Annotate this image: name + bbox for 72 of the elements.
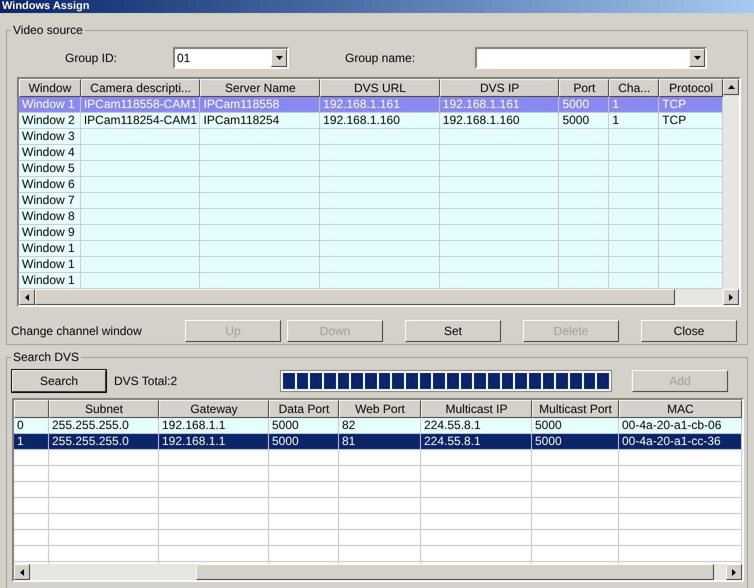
table-cell xyxy=(269,514,339,530)
column-header[interactable]: Multicast Port xyxy=(532,400,619,418)
table-cell xyxy=(269,450,339,466)
table-cell: 192.168.1.1 xyxy=(159,434,269,450)
scroll-left-icon[interactable] xyxy=(19,289,35,305)
table-cell xyxy=(269,530,339,546)
table-cell xyxy=(14,498,49,514)
column-header[interactable]: Subnet xyxy=(49,400,159,418)
scroll-right-icon[interactable] xyxy=(726,564,742,580)
column-header[interactable]: Camera descripti... xyxy=(80,79,200,97)
column-header[interactable] xyxy=(14,400,49,418)
table-row[interactable]: Window 7 xyxy=(19,193,723,209)
column-header[interactable]: DVS IP xyxy=(440,79,560,97)
column-header[interactable]: Protocol xyxy=(659,79,723,97)
column-header[interactable]: Data Port xyxy=(269,400,339,418)
table-cell: 5000 xyxy=(532,434,619,450)
table-row[interactable]: Window 1 xyxy=(19,257,723,273)
group-label: Search DVS xyxy=(11,350,82,364)
scroll-up-icon[interactable] xyxy=(723,79,739,95)
group-label: Video source xyxy=(11,23,85,37)
table-row[interactable]: Window 6 xyxy=(19,177,723,193)
table-cell: 81 xyxy=(339,434,421,450)
table-row[interactable]: Window 5 xyxy=(19,161,723,177)
table-cell xyxy=(14,466,49,482)
table-cell xyxy=(14,530,49,546)
table-cell xyxy=(14,514,49,530)
table-cell: 255.255.255.0 xyxy=(49,434,159,450)
table-cell xyxy=(269,482,339,498)
column-header[interactable]: Web Port xyxy=(339,400,421,418)
table-cell xyxy=(269,498,339,514)
table-row[interactable]: Window 1 xyxy=(19,273,723,289)
window-title: Windows Assign xyxy=(2,0,90,13)
table-row[interactable]: Window 3 xyxy=(19,129,723,145)
table-cell xyxy=(269,546,339,562)
table-cell: 00-4a-20-a1-cc-36 xyxy=(619,434,742,450)
group-id-dropdown[interactable]: 01 xyxy=(173,47,289,69)
change-channel-label: Change channel window xyxy=(11,323,143,340)
column-header[interactable]: DVS URL xyxy=(320,79,440,97)
table-row[interactable]: 1 255.255.255.0 192.168.1.1 5000 81 224.55.8.1 5000 00-4a-20-a1-cc-36 xyxy=(14,434,742,450)
button[interactable]: Search xyxy=(12,370,106,392)
dvs-total-label: DVS Total:2 xyxy=(114,373,178,390)
table-cell xyxy=(14,450,49,466)
scroll-thumb[interactable] xyxy=(196,564,714,580)
table-row[interactable]: Window 1 xyxy=(19,241,723,257)
column-header[interactable]: MAC xyxy=(619,400,742,418)
horizontal-scrollbar[interactable] xyxy=(14,564,742,580)
table-cell: 5000 xyxy=(269,434,339,450)
column-header[interactable]: Server Name xyxy=(200,79,320,97)
table-row[interactable]: Window 4 xyxy=(19,145,723,161)
table-cell xyxy=(14,546,49,562)
dropdown-value: 01 xyxy=(176,50,192,67)
vertical-scrollbar[interactable] xyxy=(723,79,739,289)
table-cell xyxy=(269,466,339,482)
column-header[interactable]: Cha... xyxy=(609,79,660,97)
table-cell: 224.55.8.1 xyxy=(421,434,532,450)
group-name-dropdown[interactable] xyxy=(475,47,707,69)
column-header[interactable]: Window xyxy=(19,79,81,97)
column-header[interactable]: Port xyxy=(559,79,610,97)
scroll-left-icon[interactable] xyxy=(14,564,30,580)
table-row[interactable]: Window 2 IPCam118254-CAM1 IPCam118254 192.168.1.160 192.168.1.160 5000 1 TCP xyxy=(19,113,723,129)
column-header[interactable]: Multicast IP xyxy=(421,400,532,418)
column-header[interactable]: Gateway xyxy=(159,400,269,418)
field-label: Group ID: xyxy=(65,50,118,67)
button[interactable]: Close xyxy=(641,320,737,342)
scroll-right-icon[interactable] xyxy=(723,289,739,305)
field-label: Group name: xyxy=(345,50,416,67)
table-row[interactable]: 0 255.255.255.0 192.168.1.1 5000 82 224.55.8.1 5000 00-4a-20-a1-cb-06 xyxy=(14,418,742,434)
table-row[interactable]: Window 8 xyxy=(19,209,723,225)
button[interactable]: Set xyxy=(405,320,501,342)
table-row[interactable]: Window 9 xyxy=(19,225,723,241)
table-cell xyxy=(14,482,49,498)
table-cell: 1 xyxy=(14,434,49,450)
